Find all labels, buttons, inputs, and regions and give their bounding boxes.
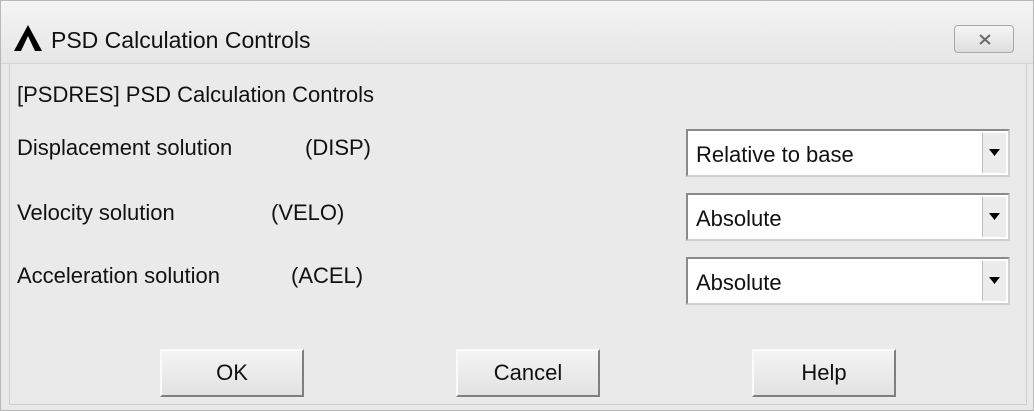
dropdown-arrow-button[interactable] xyxy=(982,197,1006,237)
dropdown-arrow-button[interactable] xyxy=(982,261,1006,301)
velocity-select-value: Absolute xyxy=(696,206,782,231)
title-bar[interactable]: PSD Calculation Controls xyxy=(1,1,1033,64)
ok-button[interactable]: OK xyxy=(160,349,304,397)
velocity-code: (VELO) xyxy=(271,200,345,225)
dialog-heading: [PSDRES] PSD Calculation Controls xyxy=(17,82,375,107)
close-button[interactable] xyxy=(954,25,1014,53)
velocity-select[interactable]: Absolute xyxy=(686,193,1010,241)
displacement-select[interactable]: Relative to base xyxy=(686,129,1010,177)
window-title: PSD Calculation Controls xyxy=(51,27,311,53)
displacement-label: Displacement solution xyxy=(17,135,233,160)
displacement-select-value: Relative to base xyxy=(696,142,854,167)
acceleration-select[interactable]: Absolute xyxy=(686,257,1010,305)
displacement-code: (DISP) xyxy=(305,135,371,160)
help-button[interactable]: Help xyxy=(752,349,896,397)
acceleration-select-value: Absolute xyxy=(696,270,782,295)
cancel-button[interactable]: Cancel xyxy=(456,349,600,397)
acceleration-code: (ACEL) xyxy=(291,263,364,288)
velocity-label: Velocity solution xyxy=(17,200,175,225)
psd-calculation-controls-dialog: PSD Calculation Controls [PSDRES] PSD Ca… xyxy=(0,0,1034,411)
dropdown-arrow-button[interactable] xyxy=(982,133,1006,173)
acceleration-label: Acceleration solution xyxy=(17,263,221,288)
ansys-lambda-icon xyxy=(13,24,43,52)
